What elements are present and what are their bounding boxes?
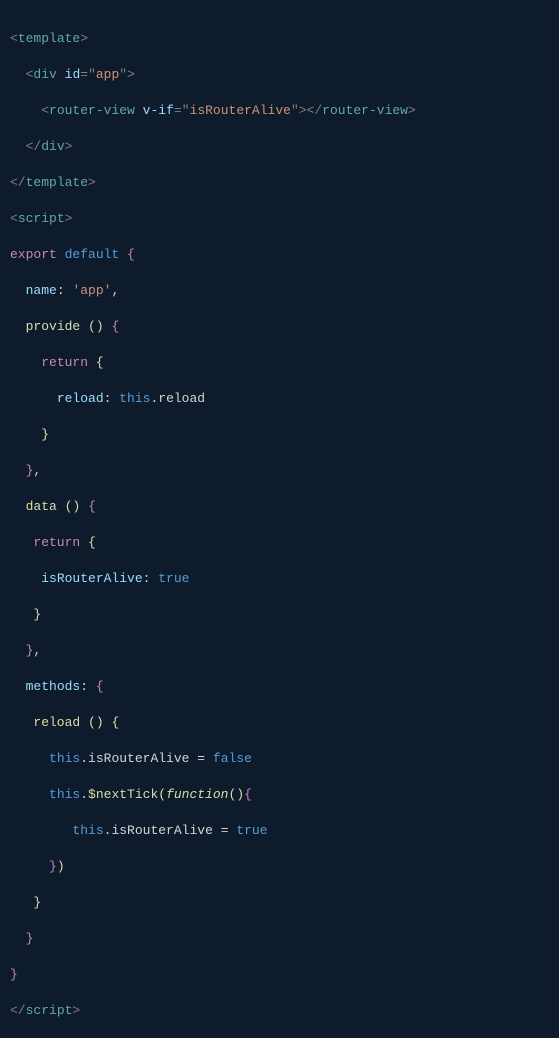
- code-line: isRouterAlive: true: [10, 570, 549, 588]
- code-line: </div>: [10, 138, 549, 156]
- code-line: export default {: [10, 246, 549, 264]
- code-line: <router-view v-if="isRouterAlive"></rout…: [10, 102, 549, 120]
- code-line: }: [10, 606, 549, 624]
- code-line: },: [10, 642, 549, 660]
- code-line: return {: [10, 534, 549, 552]
- code-line: this.$nextTick(function(){: [10, 786, 549, 804]
- code-line: <template>: [10, 30, 549, 48]
- code-line: this.isRouterAlive = false: [10, 750, 549, 768]
- code-line: name: 'app',: [10, 282, 549, 300]
- code-line: methods: {: [10, 678, 549, 696]
- code-line: reload () {: [10, 714, 549, 732]
- code-line: this.isRouterAlive = true: [10, 822, 549, 840]
- code-line: return {: [10, 354, 549, 372]
- code-line: }: [10, 894, 549, 912]
- code-line: }): [10, 858, 549, 876]
- code-line: provide () {: [10, 318, 549, 336]
- code-line: </template>: [10, 174, 549, 192]
- code-line: <div id="app">: [10, 66, 549, 84]
- code-line: },: [10, 462, 549, 480]
- code-editor[interactable]: <template> <div id="app"> <router-view v…: [10, 12, 549, 1038]
- code-line: </script>: [10, 1002, 549, 1020]
- code-line: }: [10, 426, 549, 444]
- code-line: data () {: [10, 498, 549, 516]
- code-line: <script>: [10, 210, 549, 228]
- code-line: }: [10, 930, 549, 948]
- code-line: }: [10, 966, 549, 984]
- code-line: reload: this.reload: [10, 390, 549, 408]
